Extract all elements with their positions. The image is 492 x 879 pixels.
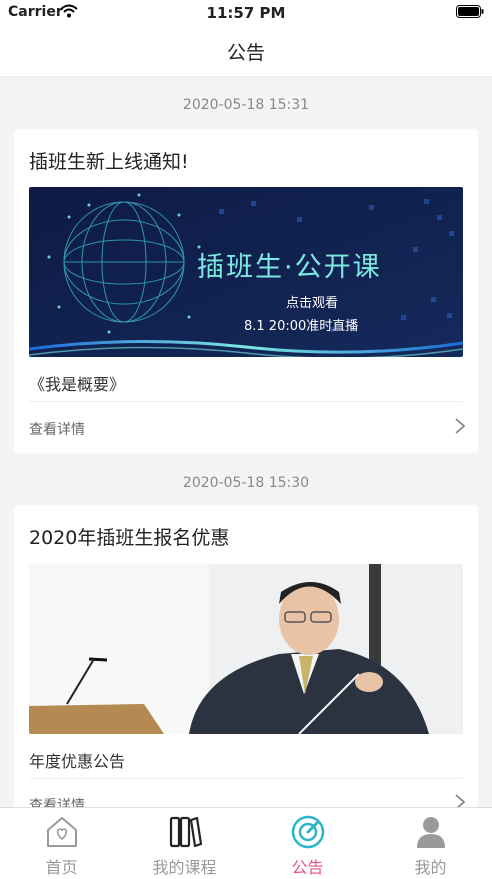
- view-details-link[interactable]: 查看详情: [29, 419, 85, 439]
- user-icon: [417, 817, 445, 848]
- books-icon: [169, 816, 203, 848]
- tab-announcements[interactable]: 公告: [246, 808, 369, 879]
- announcement-feed[interactable]: 2020-05-18 15:31 插班生新上线通知! 插班生·公开课 点击观看 …: [0, 77, 492, 807]
- tab-bar: 首页 我的课程 公告 我的: [0, 807, 492, 879]
- announcement-timestamp: 2020-05-18 15:31: [182, 97, 310, 113]
- tab-label: 公告: [291, 858, 324, 877]
- announcement-card[interactable]: 插班生新上线通知! 插班生·公开课 点击观看 8.1 20:00准时直播 《我是…: [14, 129, 478, 453]
- tab-profile[interactable]: 我的: [369, 808, 492, 879]
- presenter-photo[interactable]: [29, 564, 463, 734]
- home-icon: [47, 817, 77, 847]
- announcement-icon: [291, 815, 325, 849]
- view-details-link[interactable]: 查看详情: [29, 795, 85, 807]
- tab-label: 我的: [414, 858, 447, 877]
- tab-home[interactable]: 首页: [0, 808, 123, 879]
- chevron-right-icon[interactable]: [454, 417, 466, 435]
- tab-label: 首页: [45, 858, 78, 877]
- navigation-bar: 公告: [0, 26, 492, 77]
- announcement-summary: 《我是概要》: [29, 375, 126, 394]
- status-time: 11:57 PM: [206, 4, 286, 22]
- banner-schedule: 8.1 20:00准时直播: [244, 319, 359, 334]
- chevron-right-icon[interactable]: [454, 793, 466, 807]
- page-title: 公告: [226, 42, 265, 64]
- banner-title: 插班生·公开课: [197, 252, 382, 283]
- banner-image[interactable]: 插班生·公开课 点击观看 8.1 20:00准时直播: [29, 187, 463, 357]
- battery-icon: [456, 5, 484, 18]
- tab-my-courses[interactable]: 我的课程: [123, 808, 246, 879]
- announcement-title: 插班生新上线通知!: [29, 151, 189, 173]
- presenter-illustration: [29, 564, 463, 734]
- announcement-card[interactable]: 2020年插班生报名优惠 年度优惠公告 查看详情: [14, 505, 478, 807]
- card-divider: [29, 778, 463, 779]
- announcement-summary: 年度优惠公告: [29, 752, 126, 771]
- banner-watch-label: 点击观看: [286, 296, 339, 311]
- announcement-timestamp: 2020-05-18 15:30: [182, 475, 310, 491]
- tab-label: 我的课程: [152, 858, 217, 877]
- card-divider: [29, 401, 463, 402]
- status-bar: Carrier 11:57 PM: [0, 0, 492, 26]
- announcement-title: 2020年插班生报名优惠: [29, 527, 230, 549]
